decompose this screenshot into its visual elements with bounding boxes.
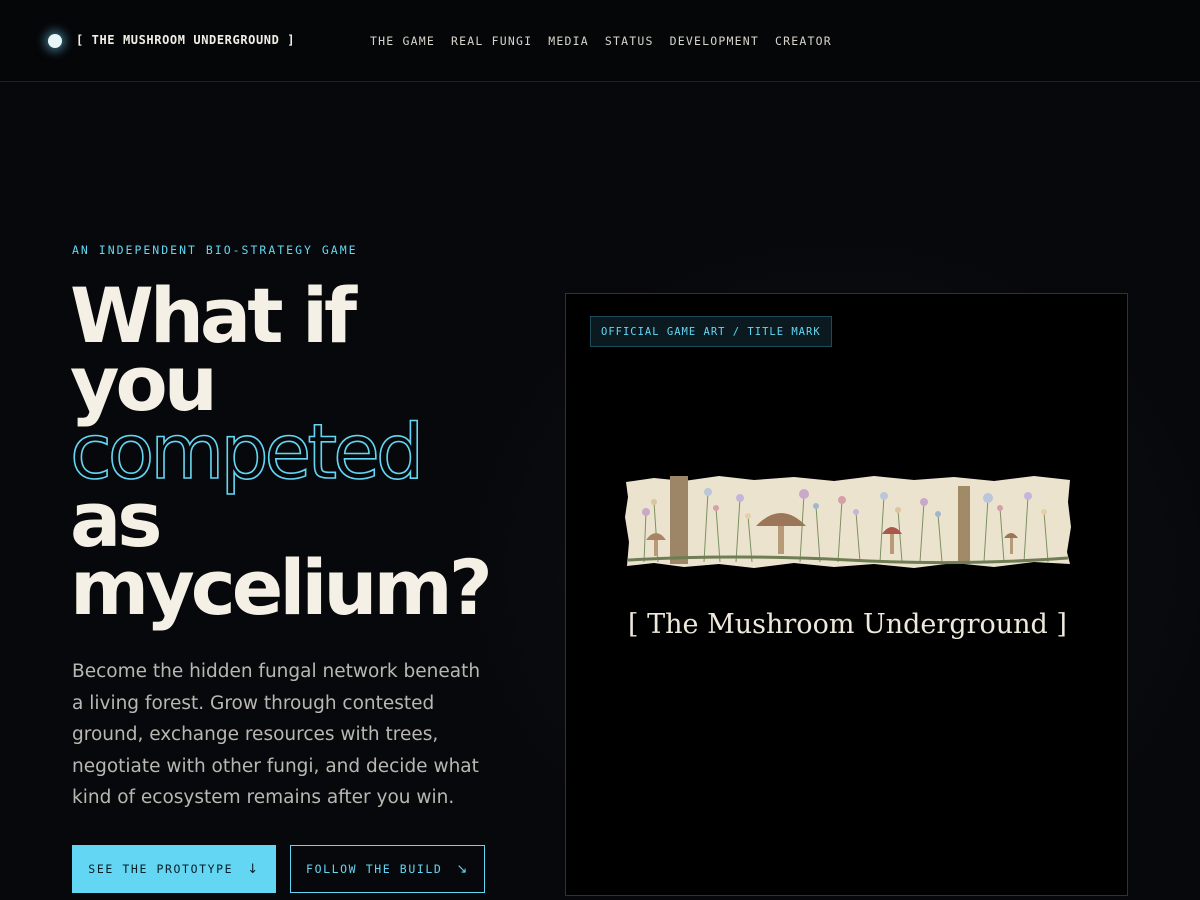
follow-build-button[interactable]: FOLLOW THE BUILD ↘	[290, 845, 485, 893]
nav-link-the-game[interactable]: THE GAME	[370, 34, 435, 48]
nav-links: THE GAME REAL FUNGI MEDIA STATUS DEVELOP…	[370, 34, 848, 48]
nav-link-status[interactable]: STATUS	[605, 34, 654, 48]
nav-link-creator[interactable]: CREATOR	[775, 34, 832, 48]
top-navigation: [ THE MUSHROOM UNDERGROUND ] THE GAME RE…	[0, 0, 1200, 82]
tree-trunk-right	[958, 486, 970, 564]
headline-line-5: mycelium?	[70, 543, 493, 632]
illustrated-forest-banner	[625, 476, 1071, 568]
nav-link-real-fungi[interactable]: REAL FUNGI	[451, 34, 532, 48]
arrow-down-right-icon: ↘	[456, 861, 469, 877]
nav-link-development[interactable]: DEVELOPMENT	[670, 34, 759, 48]
see-prototype-label: SEE THE PROTOTYPE	[88, 862, 234, 876]
hero-description: Become the hidden fungal network beneath…	[72, 661, 481, 808]
hero-eyebrow: AN INDEPENDENT BIO-STRATEGY GAME	[72, 243, 358, 257]
hero-headline: What if you competed as mycelium?	[69, 278, 540, 632]
paper-strip	[625, 476, 1071, 568]
brand-logo-link[interactable]: [ THE MUSHROOM UNDERGROUND ]	[76, 33, 295, 47]
game-title-mark: [ The Mushroom Underground ]	[628, 609, 1067, 640]
art-tag-badge: OFFICIAL GAME ART / TITLE MARK	[590, 316, 832, 347]
tree-trunk-left	[670, 476, 688, 564]
game-art-panel: OFFICIAL GAME ART / TITLE MARK [The Mus…	[565, 293, 1128, 896]
arrow-down-icon: ↓	[247, 861, 260, 877]
see-prototype-button[interactable]: SEE THE PROTOTYPE ↓	[72, 845, 276, 893]
follow-build-label: FOLLOW THE BUILD	[306, 862, 443, 876]
nav-link-media[interactable]: MEDIA	[548, 34, 589, 48]
brand-glow-dot-icon	[48, 34, 62, 48]
